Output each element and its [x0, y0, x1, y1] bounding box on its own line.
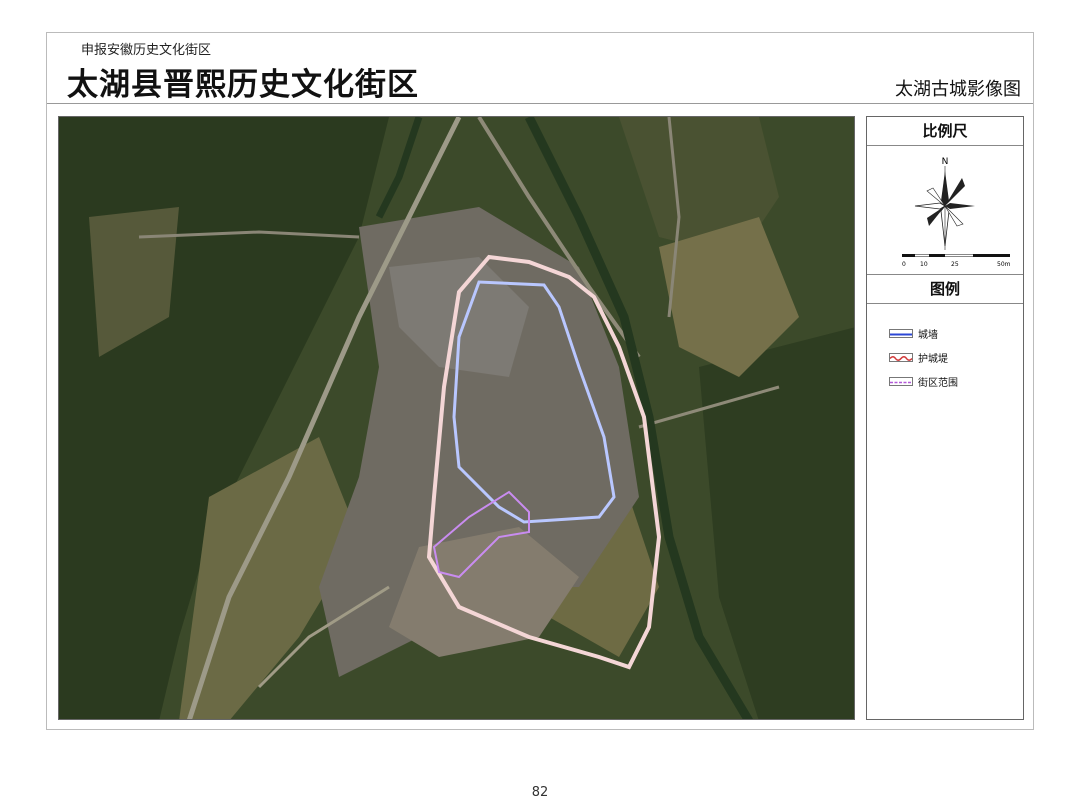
scale-tick-0: 0	[902, 261, 906, 268]
sheet-header: 申报安徽历史文化街区 太湖县晋熙历史文化街区 太湖古城影像图	[47, 33, 1033, 104]
city-wall-symbol	[889, 329, 913, 338]
legend-label-city-wall: 城墙	[918, 330, 938, 341]
scale-bar: 0 10 25 50m	[902, 254, 1011, 268]
north-arrow-and-scalebar: N 0 10 25 50m	[902, 157, 1011, 268]
legend-label-district: 街区范围	[918, 378, 958, 389]
scale-tick-25: 25	[951, 261, 959, 268]
north-arrow-icon	[914, 166, 975, 250]
scale-tick-50m: 50m	[997, 261, 1011, 268]
sheet-subtitle: 申报安徽历史文化街区	[81, 43, 212, 58]
map-sheet: 申报安徽历史文化街区 太湖县晋熙历史文化街区 太湖古城影像图 比例尺 N 0 1…	[46, 32, 1034, 730]
page-number: 82	[531, 785, 549, 800]
satellite-map	[58, 116, 855, 720]
scale-heading: 比例尺	[867, 117, 1023, 146]
legend-item-embankment: 护城堤	[889, 350, 948, 365]
embankment-symbol	[889, 353, 913, 362]
scale-area: N 0 10 25 50m	[867, 146, 1023, 275]
map-title: 太湖古城影像图	[895, 79, 1021, 100]
district-symbol	[889, 377, 913, 386]
legend-label-embankment: 护城堤	[918, 354, 948, 365]
legend-heading: 图例	[867, 275, 1023, 304]
legend-panel: 比例尺 N 0 10 25 50m 图例 城墙 护城堤 街区范围	[866, 116, 1024, 720]
north-label: N	[942, 157, 949, 167]
satellite-imagery	[59, 117, 854, 719]
legend-item-district: 街区范围	[889, 374, 958, 389]
scale-tick-10: 10	[920, 261, 928, 268]
sheet-title: 太湖县晋熙历史文化街区	[67, 67, 419, 103]
legend-item-city-wall: 城墙	[889, 326, 938, 341]
